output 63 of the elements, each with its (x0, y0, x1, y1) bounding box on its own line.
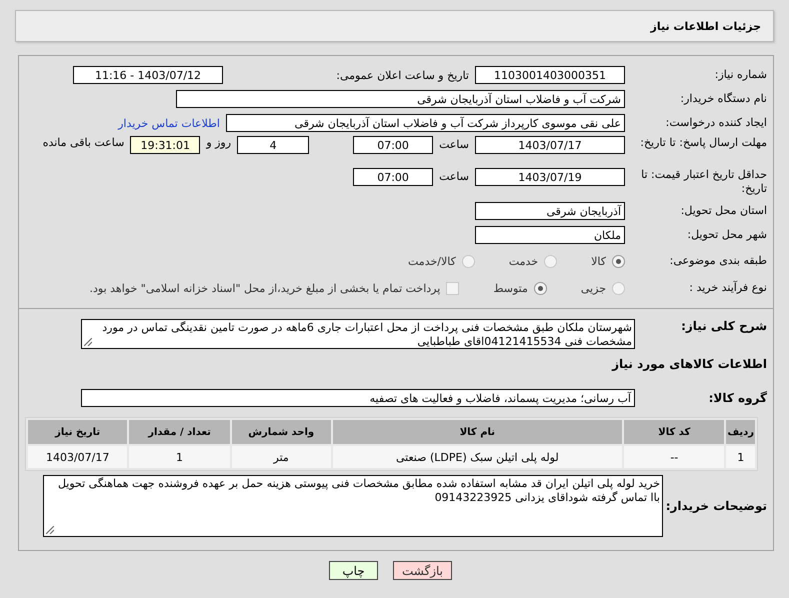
field-label: ساعت (439, 137, 469, 153)
field-label: مهلت ارسال پاسخ: تا تاریخ: (639, 136, 767, 150)
radio-button[interactable] (612, 254, 625, 268)
field-label: تاریخ و ساعت اعلان عمومی: (335, 68, 469, 82)
table-cell: 1403/07/17 (28, 446, 128, 468)
field-label: توضیحات خریدار: (664, 499, 767, 513)
field-label: نوع فرآیند خرید : (688, 281, 767, 295)
buyer-notes-text: خرید لوله پلی اتیلن ایران قد مشابه استفاده شده مطابق مشخصات فنی پیوستی هزینه حمل بر عهده فروشنده جهت هماهنگی تحویل باا تماس گرفته شوداقای یزدانی 09143223925 (58, 477, 660, 504)
print-button[interactable]: چاپ (329, 561, 378, 580)
radio-button[interactable] (534, 282, 547, 294)
field-label: حداقل تاریخ اعتبار قیمت: تا تاریخ: (640, 168, 767, 196)
buyer-notes-field[interactable]: خرید لوله پلی اتیلن ایران قد مشابه استفاده شده مطابق مشخصات فنی پیوستی هزینه حمل بر عهده فروشنده جهت هماهنگی تحویل باا تماس گرفته شوداقای یزدانی 09143223925 (43, 475, 663, 537)
field-label: ساعت باقی مانده (42, 136, 124, 149)
table-cell: لوله پلی اتیلن سبک (LDPE) صنعتی (332, 446, 622, 468)
city-field[interactable]: ملکان (475, 226, 625, 244)
validity-date-field[interactable]: 1403/07/19 (475, 168, 625, 186)
column-header: ردیف (726, 420, 755, 444)
checkbox[interactable] (446, 282, 460, 294)
option-label: کالا/خدمت (408, 254, 456, 268)
page-title: جزئیات اطلاعات نیاز (650, 20, 761, 32)
field-label: گروه کالا: (708, 391, 767, 405)
field-label: شرح کلی نیاز: (680, 319, 767, 333)
option-label: پرداخت تمام یا بخشی از مبلغ خرید،از محل "اسناد خزانه اسلامی" خواهد بود. (90, 282, 440, 294)
radio-button[interactable] (612, 282, 625, 294)
days-field[interactable]: 4 (237, 136, 310, 154)
column-header: تاریخ نیاز (28, 420, 128, 444)
table-cell: 1 (129, 446, 230, 468)
field-label: طبقه بندی موضوعی: (668, 254, 767, 268)
resize-grip-icon[interactable] (84, 338, 92, 346)
column-header: کد کالا (624, 420, 724, 444)
field-label: شماره نیاز: (714, 68, 767, 82)
field-label: روز و (206, 136, 232, 149)
field-label: استان محل تحویل: (680, 204, 767, 218)
goods-group-field[interactable]: آب رسانی؛ مدیریت پسماند، فاضلاب و فعالیت های تصفیه (81, 389, 635, 407)
field-label: نام دستگاه خریدار: (679, 92, 767, 106)
option-label: جزیی (580, 282, 606, 294)
column-header: تعداد / مقدار (129, 420, 230, 444)
remaining-time-field[interactable]: 19:31:01 (130, 136, 200, 154)
buyer-org-field[interactable]: شرکت آب و فاضلاب استان آذربایجان شرقی (176, 90, 625, 108)
buyer-contact-link[interactable]: اطلاعات تماس خریدار (118, 116, 220, 130)
field-label: شهر محل تحویل: (686, 228, 767, 242)
radio-button[interactable] (462, 254, 475, 268)
requester-field[interactable]: علی نقی موسوی کارپرداز شرکت آب و فاضلاب استان آذربایجان شرقی (226, 114, 625, 132)
table-cell: -- (624, 446, 724, 468)
column-header: نام کالا (332, 420, 622, 444)
table-cell: متر (232, 446, 331, 468)
announce-date-field[interactable]: 1403/07/12 - 11:16 (73, 66, 223, 84)
option-label: متوسط (493, 282, 528, 294)
option-label: خدمت (508, 254, 538, 268)
section-heading: اطلاعات کالاهای مورد نیاز (612, 357, 767, 371)
reply-date-field[interactable]: 1403/07/17 (475, 136, 625, 154)
reply-time-field[interactable]: 07:00 (353, 136, 434, 154)
option-label: کالا (591, 254, 606, 268)
field-label: ساعت (439, 169, 469, 185)
province-field[interactable]: آذربایجان شرقی (475, 202, 625, 220)
need-number-field[interactable]: 1103001403000351 (475, 66, 625, 84)
column-header: واحد شمارش (232, 420, 331, 444)
table-cell: 1 (726, 446, 755, 468)
resize-grip-icon[interactable] (46, 526, 54, 534)
radio-button[interactable] (544, 254, 558, 268)
validity-time-field[interactable]: 07:00 (353, 168, 434, 186)
field-label: ایجاد کننده درخواست: (664, 116, 767, 130)
back-button[interactable]: بازگشت (393, 561, 452, 580)
